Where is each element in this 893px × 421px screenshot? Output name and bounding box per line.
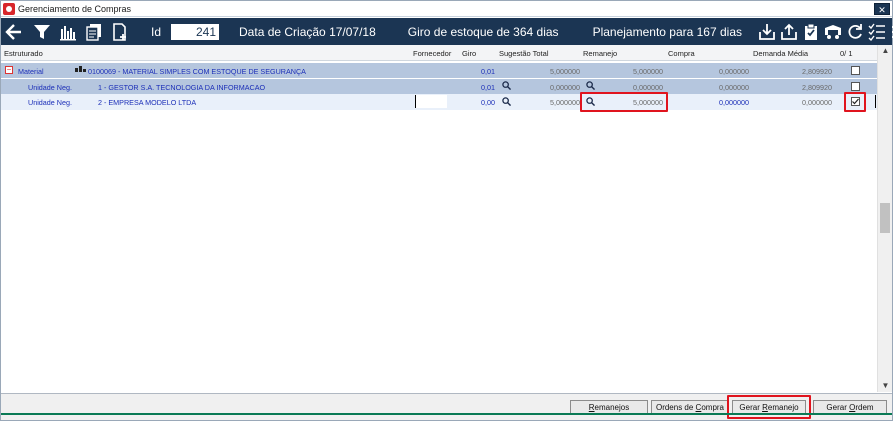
search-icon[interactable]: [586, 81, 596, 92]
row-demanda: 0,000000: [802, 98, 832, 107]
window-title: Gerenciamento de Compras: [18, 3, 132, 14]
row-type: Material: [18, 67, 44, 76]
header-remanejo[interactable]: Remanejo: [583, 49, 617, 58]
back-arrow-icon[interactable]: [5, 22, 23, 42]
scroll-thumb[interactable]: [880, 203, 890, 233]
checklist-icon[interactable]: [868, 22, 886, 42]
table-row[interactable]: Unidade Neg. 2 - EMPRESA MODELO LTDA 0,0…: [1, 94, 877, 110]
id-label: Id: [151, 24, 162, 39]
supplier-input[interactable]: [415, 95, 447, 108]
truck-icon[interactable]: [824, 22, 842, 42]
planning-days: Planejamento para 167 dias: [592, 24, 742, 39]
refresh-icon[interactable]: [846, 22, 864, 42]
row-checkbox[interactable]: [851, 82, 860, 91]
material-icon: [75, 66, 86, 76]
gerar-remanejo-highlight: [727, 395, 811, 419]
bar-chart-icon[interactable]: [59, 22, 77, 42]
vertical-scrollbar[interactable]: ▲ ▼: [877, 45, 892, 392]
row-demanda: 2,809920: [802, 83, 832, 92]
row-compra: 0,000000: [719, 98, 749, 107]
row-checkbox[interactable]: [851, 66, 860, 75]
new-document-icon[interactable]: [111, 22, 129, 42]
scroll-down-icon[interactable]: ▼: [878, 380, 893, 392]
grid-header: Estruturado Fornecedor Giro Sugestão Tot…: [1, 45, 877, 61]
row-compra: 0,000000: [719, 83, 749, 92]
app-logo-icon: [3, 2, 15, 15]
table-row[interactable]: − Material 0100069 - MATERIAL SIMPLES CO…: [1, 63, 877, 78]
main-window: Gerenciamento de Compras ✕ Id Data de Cr…: [0, 0, 893, 421]
filter-icon[interactable]: [33, 22, 51, 42]
search-icon[interactable]: [502, 97, 512, 108]
grid-body: − Material 0100069 - MATERIAL SIMPLES CO…: [1, 62, 877, 392]
import-icon[interactable]: [758, 22, 776, 42]
row-giro: 0,01: [481, 67, 495, 76]
row-compra: 0,000000: [719, 67, 749, 76]
bottom-border: [1, 413, 892, 415]
row-sugestao: 5,000000: [550, 98, 580, 107]
row-description: 0100069 - MATERIAL SIMPLES COM ESTOQUE D…: [88, 67, 306, 76]
remanejo-highlight: [580, 92, 668, 112]
row-description: 1 - GESTOR S.A. TECNOLOGIA DA INFORMACAO: [98, 83, 266, 92]
creation-date: Data de Criação 17/07/18: [239, 24, 376, 39]
row-sugestao: 5,000000: [550, 67, 580, 76]
row-end-marker: [875, 95, 876, 108]
toolbar: Id Data de Criação 17/07/18 Giro de esto…: [1, 18, 893, 45]
header-demanda[interactable]: Demanda Média: [753, 49, 808, 58]
row-demanda: 2,809920: [802, 67, 832, 76]
header-fornecedor[interactable]: Fornecedor: [413, 49, 451, 58]
checkbox-highlight: [844, 92, 866, 112]
export-icon[interactable]: [780, 22, 798, 42]
row-remanejo: 0,000000: [633, 83, 663, 92]
header-flag[interactable]: 0/ 1: [840, 49, 853, 58]
header-compra[interactable]: Compra: [668, 49, 695, 58]
header-sugestao[interactable]: Sugestão Total: [499, 49, 548, 58]
clipboard-check-icon[interactable]: [802, 22, 820, 42]
row-giro: 0,01: [481, 83, 495, 92]
title-bar: Gerenciamento de Compras ✕: [1, 1, 892, 17]
header-giro[interactable]: Giro: [462, 49, 476, 58]
close-window-button[interactable]: ✕: [874, 3, 890, 15]
documents-icon[interactable]: [85, 22, 103, 42]
row-type: Unidade Neg.: [28, 83, 72, 92]
header-estruturado[interactable]: Estruturado: [4, 49, 43, 58]
row-sugestao: 0,000000: [550, 83, 580, 92]
row-description: 2 - EMPRESA MODELO LTDA: [98, 98, 197, 107]
row-giro: 0,00: [481, 98, 495, 107]
footer-bar: Remanejos Ordens de Compra Gerar Remanej…: [1, 393, 892, 420]
table-row[interactable]: Unidade Neg. 1 - GESTOR S.A. TECNOLOGIA …: [1, 79, 877, 94]
search-icon[interactable]: [502, 81, 512, 92]
scroll-up-icon[interactable]: ▲: [878, 45, 893, 57]
row-type: Unidade Neg.: [28, 98, 72, 107]
collapse-toggle[interactable]: −: [5, 66, 13, 74]
id-field[interactable]: [171, 23, 220, 40]
stock-turnover: Giro de estoque de 364 dias: [407, 24, 559, 39]
row-remanejo: 5,000000: [633, 67, 663, 76]
